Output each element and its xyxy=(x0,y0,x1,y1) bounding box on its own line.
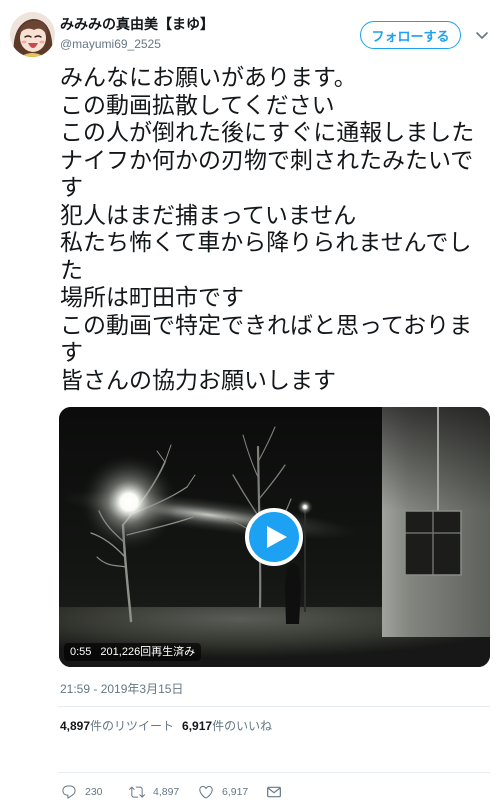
tweet-line: 場所は町田市です xyxy=(60,284,244,310)
tweet-line: この人が倒れた後にすぐに通報しました xyxy=(60,119,475,145)
like-total: 6,917 xyxy=(182,719,213,733)
reply-icon xyxy=(62,785,76,799)
author-name[interactable]: みみみの真由美【まゆ】 xyxy=(60,15,214,33)
video-view-count: 201,226回再生済み xyxy=(100,646,196,658)
tweet-line: 犯人はまだ捕まっていません xyxy=(60,201,357,228)
retweet-button[interactable]: 4,897 xyxy=(129,784,179,800)
tweet-menu-button[interactable] xyxy=(474,27,490,43)
reply-count: 230 xyxy=(85,786,103,798)
mail-icon xyxy=(267,786,281,798)
video-player[interactable]: 0:55 201,226回再生済み xyxy=(59,407,490,667)
follow-button[interactable]: フォローする xyxy=(360,21,461,49)
tweet-stats: 4,897件のリツイート 6,917件のいいね xyxy=(60,718,272,734)
heart-icon xyxy=(199,785,213,799)
author-handle[interactable]: @mayumi69_2525 xyxy=(60,37,161,52)
tweet-line: 皆さんの協力お願いします xyxy=(60,366,336,393)
building xyxy=(382,407,490,637)
like-stat[interactable]: 6,917件のいいね xyxy=(182,718,272,734)
tweet-line: ナイフか何かの刃物で刺されたみたいです xyxy=(60,146,474,201)
tweet-timestamp[interactable]: 21:59 - 2019年3月15日 xyxy=(60,681,183,697)
reply-button[interactable]: 230 xyxy=(61,784,103,800)
avatar-image xyxy=(10,12,55,57)
like-button[interactable]: 6,917 xyxy=(198,784,248,800)
tweet-line: 私たち怖くて車から降りられませんでした xyxy=(60,229,472,283)
tweet-text: みんなにお願いがあります。 この動画拡散してください この人が倒れた後にすぐに通… xyxy=(60,64,488,394)
video-meta-badge: 0:55 201,226回再生済み xyxy=(64,643,202,661)
retweet-icon xyxy=(129,786,145,798)
retweet-total: 4,897 xyxy=(60,719,91,733)
like-count: 6,917 xyxy=(222,786,249,798)
avatar[interactable] xyxy=(10,12,55,57)
chevron-down-icon xyxy=(476,32,488,39)
video-duration: 0:55 xyxy=(70,646,92,658)
street-lamp-glow xyxy=(81,454,177,550)
tweet-line: この動画拡散してください xyxy=(60,91,335,118)
tweet-line: みんなにお願いがあります。 xyxy=(60,64,357,90)
person-silhouette xyxy=(285,563,301,624)
play-button[interactable] xyxy=(245,508,303,566)
divider xyxy=(58,706,490,707)
retweet-stat-label: 件のリツイート xyxy=(90,719,175,733)
retweet-stat[interactable]: 4,897件のリツイート xyxy=(60,718,174,734)
divider xyxy=(58,772,490,773)
tweet-line: この動画で特定できればと思っております xyxy=(60,311,473,366)
play-icon xyxy=(266,526,287,548)
direct-message-button[interactable] xyxy=(266,784,282,800)
like-stat-label: 件のいいね xyxy=(212,719,273,733)
retweet-count: 4,897 xyxy=(153,786,180,798)
